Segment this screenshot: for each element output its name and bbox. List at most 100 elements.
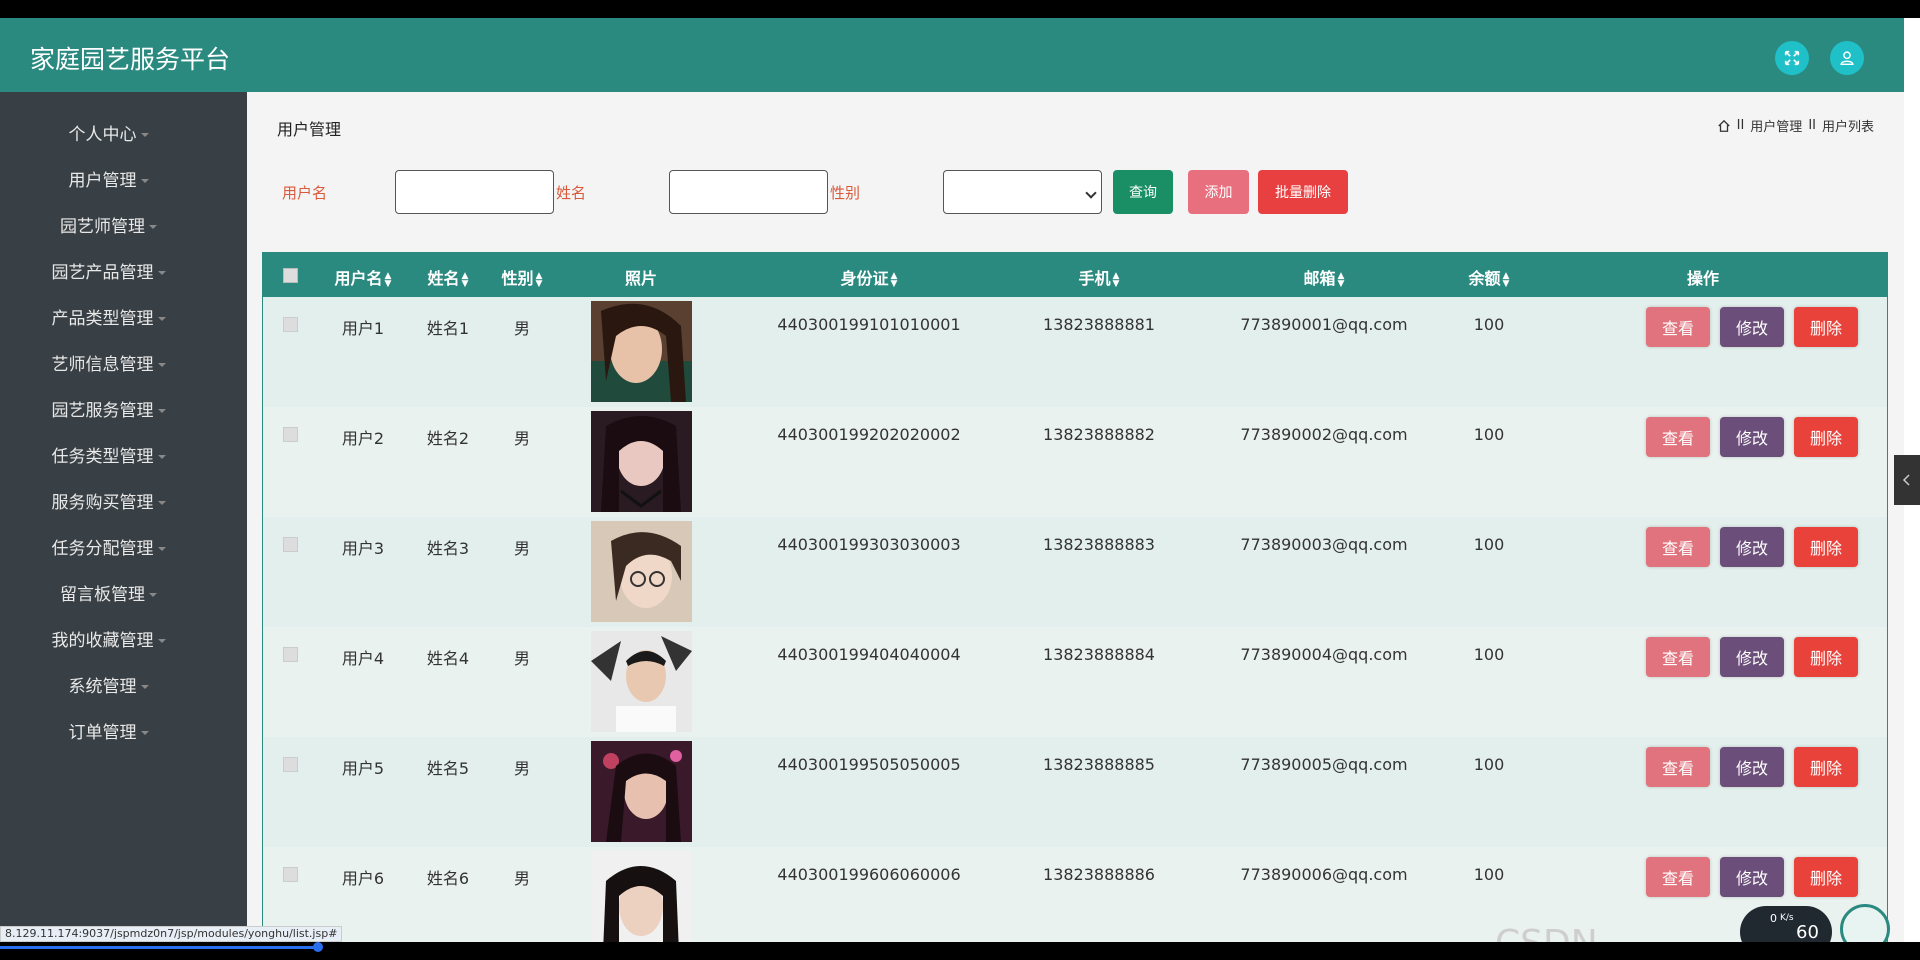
gender-select[interactable] [943, 170, 1102, 214]
cell-id-card: 440300199202020002 [777, 425, 961, 444]
column-header-id-card[interactable]: 身份证 ▲ ▼ [841, 265, 898, 289]
sidebar-item-orders[interactable]: 订单管理 [0, 718, 217, 743]
chevron-down-icon [157, 317, 166, 321]
view-button[interactable]: 查看 [1646, 747, 1710, 787]
sidebar-item-label: 系统管理 [68, 677, 137, 697]
sidebar-item-label: 用户管理 [68, 171, 137, 191]
sidebar-item-label: 服务购买管理 [51, 493, 154, 513]
view-button[interactable]: 查看 [1646, 417, 1710, 457]
name-input[interactable] [669, 170, 828, 214]
username-input[interactable] [395, 170, 554, 214]
chevron-down-icon [149, 225, 157, 229]
row-checkbox[interactable] [283, 537, 298, 552]
edit-button[interactable]: 修改 [1720, 637, 1784, 677]
column-header-username[interactable]: 用户名 ▲ ▼ [335, 265, 392, 289]
sidebar-item-message-board[interactable]: 留言板管理 [0, 580, 217, 605]
cell-username: 用户5 [341, 759, 385, 778]
user-photo[interactable] [591, 301, 692, 402]
side-panel-toggle[interactable] [1894, 455, 1920, 505]
delete-button[interactable]: 删除 [1794, 417, 1858, 457]
cell-username: 用户4 [341, 649, 385, 668]
network-speed-widget[interactable]: 0 K/s 60 [1740, 906, 1832, 942]
row-checkbox[interactable] [283, 427, 298, 442]
user-photo[interactable] [591, 851, 692, 942]
edit-button[interactable]: 修改 [1720, 747, 1784, 787]
row-checkbox[interactable] [283, 867, 298, 882]
add-button[interactable]: 添加 [1188, 170, 1249, 214]
sidebar-item-favorites[interactable]: 我的收藏管理 [0, 626, 217, 651]
sidebar-item-service-purchases[interactable]: 服务购买管理 [0, 488, 217, 513]
sidebar-item-users[interactable]: 用户管理 [0, 166, 217, 191]
edit-button[interactable]: 修改 [1720, 307, 1784, 347]
row-checkbox[interactable] [283, 317, 298, 332]
view-button[interactable]: 查看 [1646, 637, 1710, 677]
user-photo[interactable] [591, 631, 692, 732]
column-header-name[interactable]: 姓名 ▲ ▼ [428, 265, 469, 289]
edit-button[interactable]: 修改 [1720, 857, 1784, 897]
cell-gender: 男 [513, 869, 531, 888]
sidebar: 个人中心 用户管理 园艺师管理 园艺产品管理 产品类型管理 艺师信息管理 园艺服… [0, 92, 247, 942]
cell-gender: 男 [513, 759, 531, 778]
column-header-label: 用户名 [334, 269, 383, 288]
table-row: 用户1 姓名1 男 440300199101010001 13823888881… [263, 297, 1887, 407]
cell-name: 姓名2 [426, 429, 470, 448]
sidebar-item-product-types[interactable]: 产品类型管理 [0, 304, 217, 329]
cell-email: 773890006@qq.com [1240, 865, 1408, 884]
fullscreen-icon[interactable] [1775, 41, 1809, 75]
video-progress-bar[interactable] [0, 942, 1920, 960]
cell-balance: 100 [1473, 865, 1505, 884]
sidebar-item-garden-services[interactable]: 园艺服务管理 [0, 396, 217, 421]
batch-delete-button[interactable]: 批量删除 [1258, 170, 1348, 214]
row-checkbox[interactable] [283, 757, 298, 772]
progress-handle[interactable] [313, 942, 323, 952]
table-row: 用户5 姓名5 男 440300199505050005 13823888885… [263, 737, 1887, 847]
chevron-down-icon [157, 409, 166, 413]
view-button[interactable]: 查看 [1646, 307, 1710, 347]
sort-icon: ▲ ▼ [1337, 270, 1345, 289]
sort-icon: ▲ ▼ [461, 270, 469, 289]
edit-button[interactable]: 修改 [1720, 417, 1784, 457]
cell-email: 773890004@qq.com [1240, 645, 1408, 664]
cell-id-card: 440300199606060006 [777, 865, 961, 884]
user-photo[interactable] [591, 741, 692, 842]
sidebar-item-label: 留言板管理 [60, 585, 145, 605]
chevron-down-icon [1085, 187, 1097, 199]
view-button[interactable]: 查看 [1646, 527, 1710, 567]
sidebar-item-task-assignment[interactable]: 任务分配管理 [0, 534, 217, 559]
table-header: 用户名 ▲ ▼ 姓名 ▲ ▼ 性别 ▲ ▼ 照片 身份证 ▲ ▼ 手机 ▲ ▼ 邮箱 ▲ ▼ 余额 ▲ ▼ … [263, 253, 1887, 297]
sidebar-item-system[interactable]: 系统管理 [0, 672, 217, 697]
cell-phone: 13823888883 [1043, 535, 1155, 554]
cell-phone: 13823888886 [1043, 865, 1155, 884]
user-table: 用户名 ▲ ▼ 姓名 ▲ ▼ 性别 ▲ ▼ 照片 身份证 ▲ ▼ 手机 ▲ ▼ 邮箱 ▲ ▼ 余额 ▲ ▼ … [262, 252, 1888, 942]
cell-gender: 男 [513, 649, 531, 668]
user-icon[interactable] [1830, 41, 1864, 75]
column-header-gender[interactable]: 性别 ▲ ▼ [502, 265, 543, 289]
delete-button[interactable]: 删除 [1794, 527, 1858, 567]
sidebar-item-personal-center[interactable]: 个人中心 [0, 120, 217, 145]
column-header-balance[interactable]: 余额 ▲ ▼ [1469, 265, 1510, 289]
view-button[interactable]: 查看 [1646, 857, 1710, 897]
select-all-checkbox[interactable] [283, 268, 298, 283]
column-header-phone[interactable]: 手机 ▲ ▼ [1079, 265, 1120, 289]
home-icon[interactable] [1717, 119, 1731, 133]
cell-id-card: 440300199404040004 [777, 645, 961, 664]
page-title: 用户管理 [277, 120, 342, 139]
row-checkbox[interactable] [283, 647, 298, 662]
breadcrumb: II 用户管理 II 用户列表 [1717, 116, 1874, 135]
user-photo[interactable] [591, 521, 692, 622]
query-button[interactable]: 查询 [1113, 170, 1173, 214]
column-header-label: 余额 [1468, 269, 1501, 288]
breadcrumb-item-user-management[interactable]: 用户管理 [1750, 116, 1802, 135]
delete-button[interactable]: 删除 [1794, 747, 1858, 787]
sidebar-item-garden-products[interactable]: 园艺产品管理 [0, 258, 217, 283]
sidebar-item-gardener-info[interactable]: 艺师信息管理 [0, 350, 217, 375]
sidebar-item-gardeners[interactable]: 园艺师管理 [0, 212, 217, 237]
delete-button[interactable]: 删除 [1794, 637, 1858, 677]
delete-button[interactable]: 删除 [1794, 857, 1858, 897]
sidebar-item-task-types[interactable]: 任务类型管理 [0, 442, 217, 467]
column-header-label: 性别 [501, 269, 534, 288]
column-header-email[interactable]: 邮箱 ▲ ▼ [1304, 265, 1345, 289]
edit-button[interactable]: 修改 [1720, 527, 1784, 567]
delete-button[interactable]: 删除 [1794, 307, 1858, 347]
user-photo[interactable] [591, 411, 692, 512]
